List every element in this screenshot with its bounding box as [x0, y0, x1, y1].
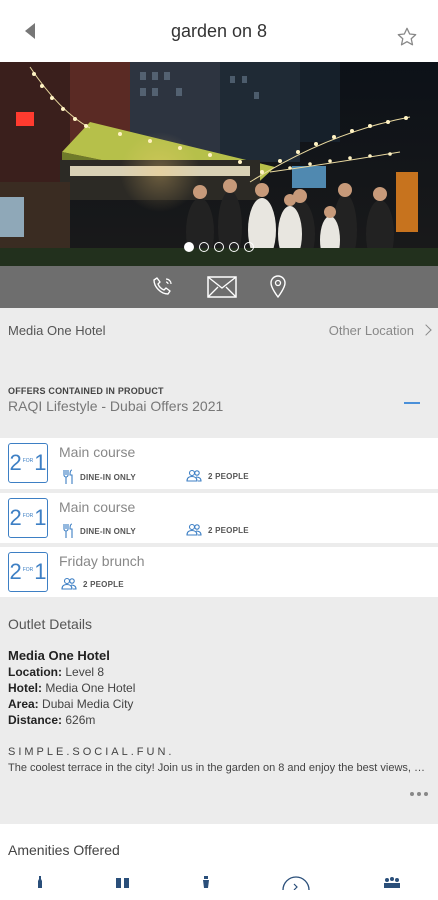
people-label: 2 PEOPLE: [208, 471, 249, 481]
cutlery-icon: [63, 469, 73, 484]
drinks-icon: [115, 876, 131, 888]
badge-left: 2: [9, 505, 22, 530]
badge-middle: FOR: [22, 567, 34, 573]
offer-title: Friday brunch: [59, 553, 145, 569]
people-tag: 2 PEOPLE: [186, 523, 249, 537]
carousel-dot[interactable]: [229, 242, 239, 252]
carousel-dot[interactable]: [184, 242, 194, 252]
bottle-icon: [35, 876, 45, 888]
carousel-dot[interactable]: [244, 242, 254, 252]
chevron-left-icon: [25, 23, 35, 39]
carousel-dot[interactable]: [214, 242, 224, 252]
dine-in-label: DINE-IN ONLY: [80, 472, 136, 482]
page-title: garden on 8: [170, 20, 268, 41]
offers-caption: OFFERS CONTAINED IN PRODUCT: [8, 386, 164, 396]
map-button[interactable]: [269, 275, 287, 299]
outlet-tagline: SIMPLE.SOCIAL.FUN.: [8, 746, 175, 758]
badge-middle: FOR: [22, 458, 34, 464]
chevron-right-icon: [420, 324, 432, 336]
offers-header: OFFERS CONTAINED IN PRODUCT RAQI Lifesty…: [0, 386, 438, 434]
offer-title: Main course: [59, 444, 136, 460]
back-button[interactable]: [18, 19, 42, 43]
badge-left: 2: [9, 559, 22, 584]
hotel-detail: Hotel: Media One Hotel: [8, 681, 430, 695]
people-icon: [186, 523, 202, 536]
music-icon: [281, 876, 311, 890]
amenities-section: Amenities Offered: [0, 824, 438, 900]
two-for-one-badge: 2 FOR 1: [8, 443, 48, 483]
distance-value: 626m: [65, 713, 96, 727]
area-value: Dubai Media City: [42, 697, 134, 711]
other-location-link[interactable]: Other Location: [328, 322, 432, 338]
badge-left: 2: [9, 450, 22, 475]
collapse-icon[interactable]: [404, 402, 420, 404]
cutlery-icon: [63, 523, 73, 538]
dine-in-label: DINE-IN ONLY: [80, 526, 136, 536]
people-label: 2 PEOPLE: [208, 525, 249, 535]
people-tag: 2 PEOPLE: [186, 469, 249, 483]
carousel-indicator: [0, 242, 438, 252]
location-label: Location:: [8, 665, 62, 679]
group-icon: [381, 876, 403, 888]
dine-in-tag: DINE-IN ONLY: [62, 469, 136, 485]
carousel-dot[interactable]: [199, 242, 209, 252]
call-button[interactable]: [151, 275, 175, 299]
offer-title: Main course: [59, 499, 136, 515]
people-tag: 2 PEOPLE: [61, 577, 124, 591]
amenities-heading: Amenities Offered: [8, 842, 120, 858]
star-outline-icon[interactable]: [396, 26, 418, 48]
product-name: RAQI Lifestyle - Dubai Offers 2021: [8, 398, 224, 414]
contact-action-bar: [0, 266, 438, 308]
offer-card[interactable]: 2 FOR 1 Friday brunch 2 PEOPLE: [0, 547, 438, 597]
two-for-one-badge: 2 FOR 1: [8, 552, 48, 592]
badge-middle: FOR: [22, 513, 34, 519]
top-app-bar: garden on 8: [0, 0, 438, 62]
distance-label: Distance:: [8, 713, 63, 727]
map-pin-icon: [270, 275, 286, 299]
outlet-details: Outlet Details Media One Hotel Location:…: [0, 606, 438, 820]
badge-right: 1: [34, 505, 47, 530]
amenities-icons: [0, 876, 438, 900]
location-row: Media One Hotel Other Location: [0, 308, 438, 352]
hero-photo[interactable]: [0, 62, 438, 266]
people-label: 2 PEOPLE: [83, 579, 124, 589]
location-detail: Location: Level 8: [8, 665, 430, 679]
hotel-label: Hotel:: [8, 681, 42, 695]
offer-card[interactable]: 2 FOR 1 Main course DINE-IN ONLY 2 PEOPLE: [0, 438, 438, 489]
email-button[interactable]: [207, 276, 237, 298]
mail-icon: [207, 276, 237, 298]
hotel-value: Media One Hotel: [45, 681, 136, 695]
rooftop-garden-photo: [0, 62, 438, 266]
people-icon: [61, 577, 77, 590]
shaker-icon: [201, 876, 211, 888]
location-name: Media One Hotel: [8, 322, 106, 338]
offer-card[interactable]: 2 FOR 1 Main course DINE-IN ONLY 2 PEOPLE: [0, 493, 438, 543]
area-label: Area:: [8, 697, 39, 711]
dine-in-tag: DINE-IN ONLY: [62, 523, 136, 539]
other-location-label: Other Location: [328, 322, 414, 338]
phone-icon: [153, 277, 172, 295]
two-for-one-badge: 2 FOR 1: [8, 498, 48, 538]
outlet-description: The coolest terrace in the city! Join us…: [8, 762, 428, 774]
distance-detail: Distance: 626m: [8, 713, 430, 727]
badge-right: 1: [34, 559, 47, 584]
badge-right: 1: [34, 450, 47, 475]
outlet-heading: Outlet Details: [8, 616, 93, 632]
location-value: Level 8: [65, 665, 105, 679]
more-icon[interactable]: [410, 792, 428, 796]
area-detail: Area: Dubai Media City: [8, 697, 430, 711]
outlet-name: Media One Hotel: [8, 648, 110, 663]
people-icon: [186, 469, 202, 482]
